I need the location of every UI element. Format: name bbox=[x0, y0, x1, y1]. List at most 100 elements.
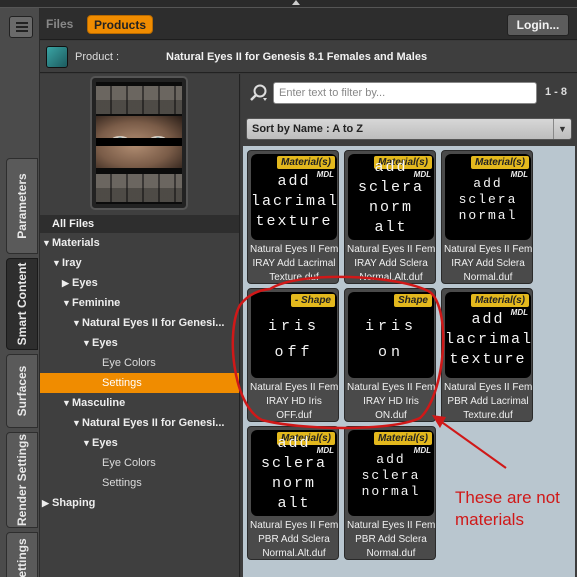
product-icon bbox=[46, 46, 68, 68]
tree-item-masculine-eye-colors[interactable]: Eye Colors bbox=[40, 453, 239, 473]
asset-type-badge: Material(s) bbox=[470, 294, 529, 307]
tab-products[interactable]: Products bbox=[87, 15, 154, 34]
asset-card[interactable]: Material(s) MDL add sclera norm alt Natu… bbox=[344, 150, 436, 284]
collapsed-triangle-icon[interactable]: ▶ bbox=[42, 493, 52, 513]
asset-art-text: add sclera normal bbox=[458, 176, 518, 223]
asset-thumbnail: Material(s) MDL add sclera normal bbox=[445, 154, 531, 240]
expanded-triangle-icon[interactable]: ▼ bbox=[82, 333, 92, 353]
tree-item-materials[interactable]: ▼Materials bbox=[40, 233, 239, 253]
asset-thumbnail: Material(s) MDL add sclera normal bbox=[348, 430, 434, 516]
tree-item-label: Materials bbox=[52, 237, 100, 249]
asset-art-text: iris off bbox=[267, 318, 320, 361]
asset-art-text: add sclera norm alt bbox=[357, 159, 424, 236]
expanded-triangle-icon[interactable]: ▼ bbox=[72, 313, 82, 333]
collapse-arrow-icon[interactable] bbox=[292, 0, 300, 5]
asset-card[interactable]: Material(s) MDL add sclera normal Natura… bbox=[344, 426, 436, 560]
search-icon[interactable] bbox=[249, 83, 269, 103]
filter-input[interactable]: Enter text to filter by... bbox=[273, 82, 537, 104]
asset-type-badge: Shape bbox=[393, 294, 432, 307]
expanded-triangle-icon[interactable]: ▼ bbox=[42, 233, 52, 253]
tree-item-label: Eyes bbox=[92, 437, 118, 449]
annotation-text: These are not materials bbox=[455, 488, 560, 529]
asset-thumbnail: Material(s) MDL add sclera norm alt bbox=[348, 154, 434, 240]
tree-item-masculine-settings[interactable]: Settings bbox=[40, 473, 239, 493]
asset-card[interactable]: Shape iris on Natural Eyes II Fem IRAY H… bbox=[344, 288, 436, 422]
tree-item-iray[interactable]: ▼Iray bbox=[40, 253, 239, 273]
tree-item-shaping[interactable]: ▶ Shaping bbox=[40, 493, 239, 513]
asset-caption: Natural Eyes II Fem PBR Add Sclera Norma… bbox=[347, 520, 435, 559]
tab-parameters[interactable]: Parameters bbox=[6, 158, 38, 254]
expanded-triangle-icon[interactable]: ▼ bbox=[82, 433, 92, 453]
tree-item-masculine[interactable]: ▼Masculine bbox=[40, 393, 239, 413]
asset-type-badge: - Shape bbox=[290, 294, 335, 307]
panel-menu-icon[interactable] bbox=[9, 16, 33, 38]
tab-smart-content[interactable]: Smart Content bbox=[6, 258, 38, 350]
expanded-triangle-icon[interactable]: ▼ bbox=[52, 253, 62, 273]
tree-item-label: Natural Eyes II for Genesi... bbox=[82, 317, 225, 329]
product-name: Natural Eyes II for Genesis 8.1 Females … bbox=[166, 51, 428, 63]
tree-item-feminine-eye-colors[interactable]: Eye Colors bbox=[40, 353, 239, 373]
product-bar: Product : Natural Eyes II for Genesis 8.… bbox=[40, 41, 577, 73]
asset-card[interactable]: Material(s) MDL add sclera normal Natura… bbox=[441, 150, 533, 284]
asset-caption: Natural Eyes II Fem IRAY HD Iris OFF.duf bbox=[250, 382, 338, 421]
asset-thumbnail: Material(s) MDL add sclera norm alt bbox=[251, 430, 337, 516]
tree-item-masculine-product[interactable]: ▼Natural Eyes II for Genesi... bbox=[40, 413, 239, 433]
product-thumbnail bbox=[90, 76, 188, 210]
asset-art-text: add lacrimal texture bbox=[445, 311, 531, 368]
tree-item-feminine[interactable]: ▼Feminine bbox=[40, 293, 239, 313]
login-button[interactable]: Login... bbox=[507, 14, 569, 36]
tab-surfaces-label: Surfaces bbox=[15, 365, 29, 417]
asset-caption: Natural Eyes II Fem IRAY Add Sclera Norm… bbox=[444, 244, 532, 283]
result-range: 1 - 8 bbox=[545, 86, 568, 98]
header-bar: Files Products Login... bbox=[40, 8, 577, 40]
tree-item-label: Feminine bbox=[72, 297, 121, 309]
tree-item-iray-eyes[interactable]: ▶ Eyes bbox=[40, 273, 239, 293]
asset-thumbnail: Material(s) MDL add lacrimal texture bbox=[251, 154, 337, 240]
asset-thumbnail: - Shape iris off bbox=[251, 292, 337, 378]
expanded-triangle-icon[interactable]: ▼ bbox=[62, 393, 72, 413]
tree-item-label: Natural Eyes II for Genesi... bbox=[82, 417, 225, 429]
tab-render-settings-label: Render Settings bbox=[15, 433, 29, 527]
tree-item-label: Masculine bbox=[72, 397, 126, 409]
asset-thumbnail: Material(s) MDL add lacrimal texture bbox=[445, 292, 531, 378]
asset-art-text: add sclera norm alt bbox=[260, 435, 327, 512]
tree-item-label: Shaping bbox=[52, 497, 96, 509]
chevron-down-icon[interactable]: ▼ bbox=[553, 119, 571, 139]
asset-art-text: add lacrimal texture bbox=[251, 173, 337, 230]
product-label: Product : bbox=[75, 51, 120, 63]
tree-item-label: Iray bbox=[62, 257, 82, 269]
tree-item-label: Eyes bbox=[72, 277, 98, 289]
tab-smart-content-label: Smart Content bbox=[15, 262, 29, 346]
expanded-triangle-icon[interactable]: ▼ bbox=[62, 293, 72, 313]
tab-settings[interactable]: ettings bbox=[6, 532, 38, 577]
asset-art-text: iris on bbox=[364, 318, 417, 361]
category-panel: All Files ▼Materials ▼Iray ▶ Eyes ▼Femini… bbox=[40, 74, 240, 577]
tab-parameters-label: Parameters bbox=[15, 173, 29, 239]
asset-caption: Natural Eyes II Fem IRAY Add Lacrimal Te… bbox=[250, 244, 338, 283]
side-tab-bar: Parameters Smart Content Surfaces Render… bbox=[0, 8, 40, 577]
asset-card[interactable]: Material(s) MDL add lacrimal texture Nat… bbox=[441, 288, 533, 422]
all-files-header[interactable]: All Files bbox=[40, 215, 239, 233]
tab-render-settings[interactable]: Render Settings bbox=[6, 432, 38, 528]
asset-card[interactable]: Material(s) MDL add lacrimal texture Nat… bbox=[247, 150, 339, 284]
asset-art-text: add sclera normal bbox=[361, 452, 421, 499]
asset-caption: Natural Eyes II Fem IRAY HD Iris ON.duf bbox=[347, 382, 435, 421]
asset-card[interactable]: Material(s) MDL add sclera norm alt Natu… bbox=[247, 426, 339, 560]
tree-item-masculine-eyes[interactable]: ▼Eyes bbox=[40, 433, 239, 453]
asset-thumbnail: Shape iris on bbox=[348, 292, 434, 378]
tree-item-feminine-settings[interactable]: Settings bbox=[40, 373, 239, 393]
asset-type-badge: Material(s) bbox=[373, 432, 432, 445]
asset-caption: Natural Eyes II Fem PBR Add Sclera Norma… bbox=[250, 520, 338, 559]
expanded-triangle-icon[interactable]: ▼ bbox=[72, 413, 82, 433]
sort-dropdown[interactable]: Sort by Name : A to Z ▼ bbox=[246, 118, 572, 140]
asset-card[interactable]: - Shape iris off Natural Eyes II Fem IRA… bbox=[247, 288, 339, 422]
tree-item-feminine-product[interactable]: ▼Natural Eyes II for Genesi... bbox=[40, 313, 239, 333]
tree-item-feminine-eyes[interactable]: ▼Eyes bbox=[40, 333, 239, 353]
tab-files[interactable]: Files bbox=[46, 17, 73, 31]
tree-item-label: Eyes bbox=[92, 337, 118, 349]
asset-type-badge: Material(s) bbox=[276, 156, 335, 169]
product-thumbnail-image bbox=[96, 82, 182, 204]
collapsed-triangle-icon[interactable]: ▶ bbox=[62, 273, 72, 293]
tab-surfaces[interactable]: Surfaces bbox=[6, 354, 38, 428]
asset-caption: Natural Eyes II Fem IRAY Add Sclera Norm… bbox=[347, 244, 435, 283]
